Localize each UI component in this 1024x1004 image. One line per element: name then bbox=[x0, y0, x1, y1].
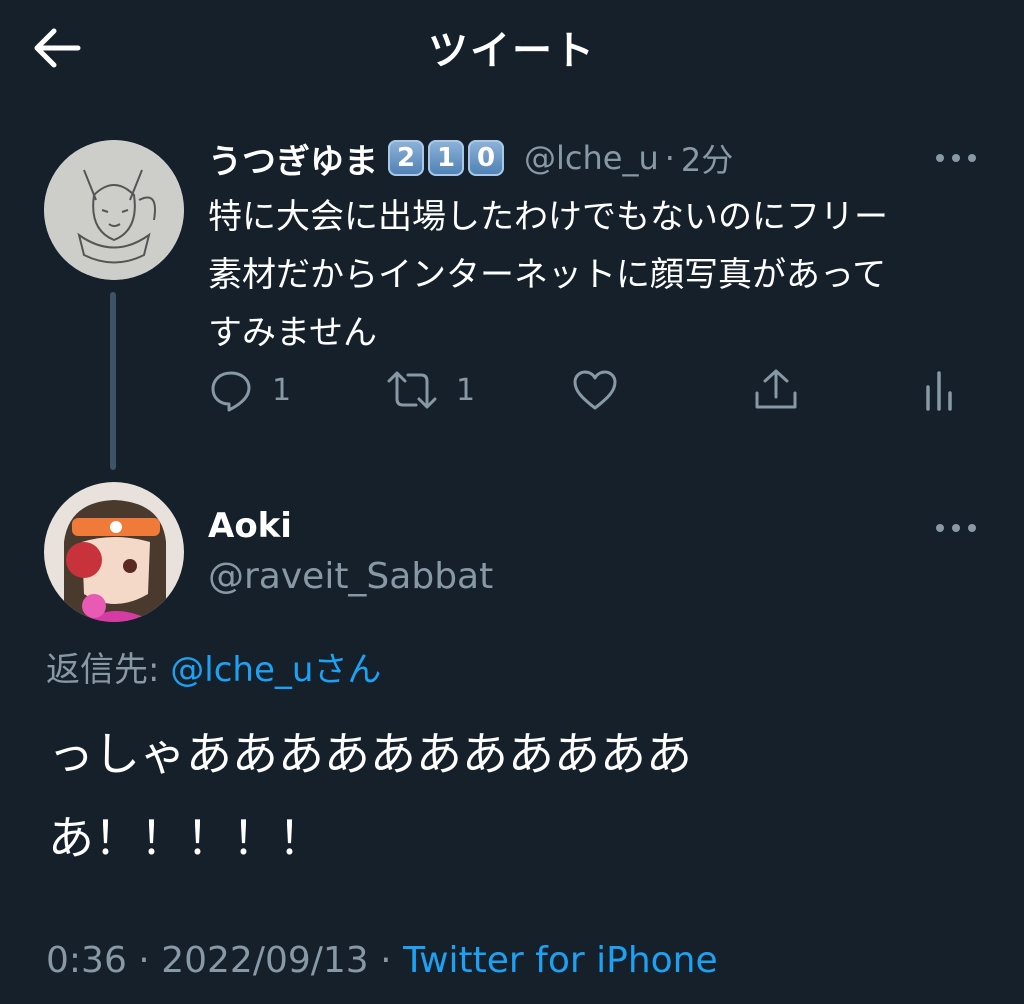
separator: · bbox=[664, 139, 675, 177]
share-button[interactable] bbox=[752, 366, 800, 414]
reply-to-handle[interactable]: @lche_u bbox=[170, 650, 313, 690]
more-options-icon[interactable] bbox=[934, 152, 978, 164]
number-badge: 2 bbox=[388, 140, 424, 176]
tweet-metadata: 0:36 · 2022/09/13 · Twitter for iPhone bbox=[46, 940, 718, 981]
like-button[interactable] bbox=[572, 366, 618, 414]
tweet-text-line: あ！！！！！ bbox=[48, 811, 324, 865]
separator: · bbox=[138, 940, 150, 981]
heart-icon bbox=[573, 370, 617, 410]
analytics-button[interactable] bbox=[920, 366, 960, 414]
author-handle[interactable]: @lche_u bbox=[524, 139, 659, 177]
retweet-count: 1 bbox=[456, 372, 476, 408]
more-options-icon[interactable] bbox=[934, 522, 978, 534]
tweet-text: っしゃあああああああああああ あ！！！！！ bbox=[48, 712, 948, 880]
reply-icon bbox=[211, 371, 251, 412]
page-title: ツイート bbox=[428, 28, 596, 74]
retweet-icon bbox=[387, 371, 437, 409]
avatar[interactable] bbox=[44, 140, 184, 280]
tweet-time: 0:36 bbox=[46, 940, 127, 981]
tweet-time[interactable]: 2分 bbox=[681, 135, 733, 181]
author-name[interactable]: うつぎゆま bbox=[208, 134, 378, 183]
avatar[interactable] bbox=[44, 482, 184, 622]
thread-connector-line bbox=[110, 292, 116, 470]
anime-character-icon bbox=[44, 482, 184, 622]
share-icon bbox=[755, 369, 797, 409]
tweet-text-line: すみません bbox=[208, 313, 377, 353]
separator: · bbox=[380, 940, 392, 981]
retweet-button[interactable]: 1 bbox=[386, 366, 475, 414]
tweet1-header: うつぎゆま 2 1 0 @lche_u · 2分 bbox=[208, 134, 733, 183]
reply-context: 返信先: @lche_uさん bbox=[46, 642, 381, 691]
reply-button[interactable]: 1 bbox=[208, 366, 291, 414]
author-handle[interactable]: @raveit_Sabbat bbox=[208, 556, 493, 597]
analytics-icon bbox=[926, 371, 952, 411]
number-badge: 1 bbox=[428, 140, 464, 176]
sketch-illustration-icon bbox=[44, 140, 184, 280]
client-link[interactable]: Twitter for iPhone bbox=[403, 940, 718, 981]
reply-to-label: 返信先: bbox=[46, 650, 160, 690]
tweet-text-line: 素材だからインターネットに顔写真があって bbox=[208, 255, 887, 295]
reply-to-suffix: さん bbox=[313, 650, 382, 690]
tweet-text-line: 特に大会に出場したわけでもないのにフリー bbox=[208, 197, 888, 237]
tweet-text-line: っしゃあああああああああああ bbox=[48, 727, 692, 781]
reply-count: 1 bbox=[272, 372, 292, 408]
tweet-date: 2022/09/13 bbox=[161, 940, 369, 981]
author-name[interactable]: Aoki bbox=[208, 506, 292, 546]
number-badge: 0 bbox=[468, 140, 504, 176]
tweet-text: 特に大会に出場したわけでもないのにフリー 素材だからインターネットに顔写真があっ… bbox=[208, 188, 988, 362]
